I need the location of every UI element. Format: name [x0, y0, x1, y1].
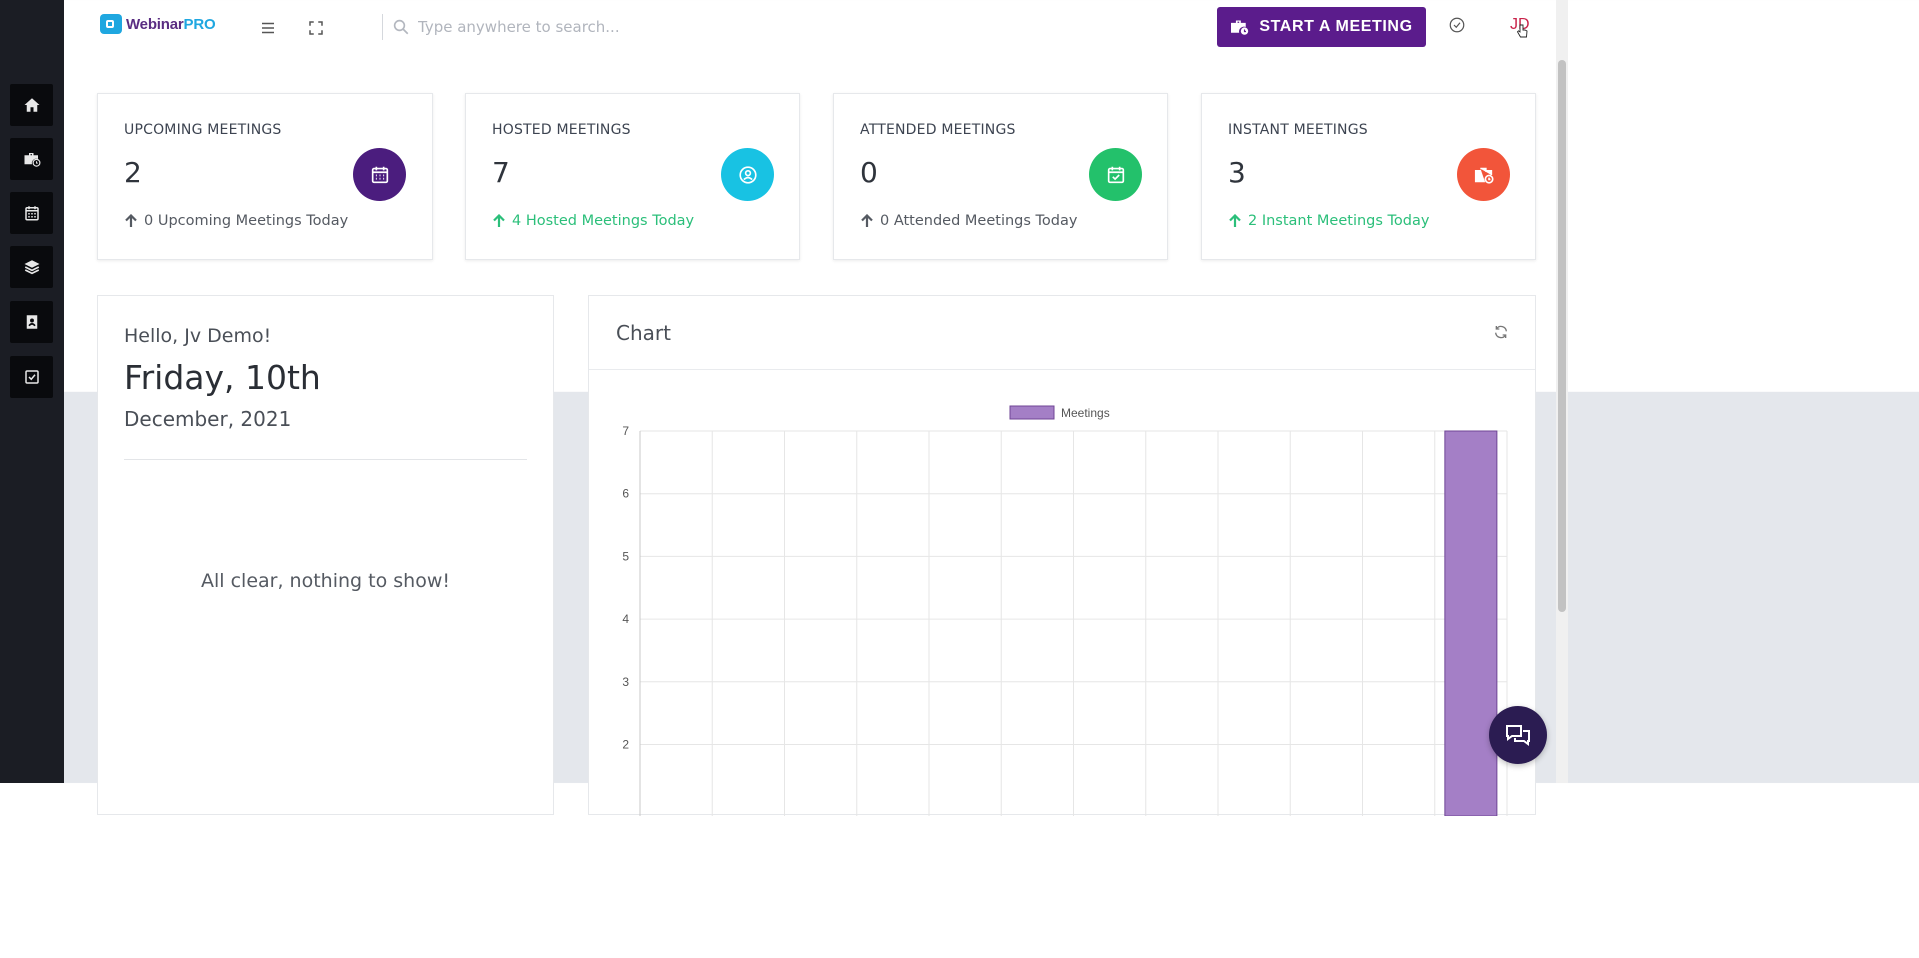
refresh-button[interactable]	[1493, 324, 1511, 342]
sidebar-item-contacts[interactable]	[10, 301, 53, 343]
scrollbar-thumb[interactable]	[1558, 60, 1566, 612]
sidebar-item-home[interactable]	[10, 84, 53, 126]
start-meeting-label: START A MEETING	[1259, 18, 1413, 35]
bar-chart: 7 6 5 4 3 2 Meetings	[622, 405, 1508, 816]
calendar-check-icon	[1089, 148, 1142, 201]
start-meeting-button[interactable]: START A MEETING	[1217, 7, 1426, 47]
empty-state-message: All clear, nothing to show!	[201, 570, 450, 592]
sidebar-item-calendar[interactable]	[10, 192, 53, 234]
stat-value: 3	[1228, 156, 1246, 189]
chart-card: Chart 7 6 5 4 3 2 Meetings	[588, 295, 1536, 816]
calendar-icon	[353, 148, 406, 201]
stat-title: INSTANT MEETINGS	[1228, 122, 1368, 138]
arrow-up-icon	[861, 214, 873, 227]
y-tick-label: 3	[622, 675, 629, 689]
menu-toggle-button[interactable]	[258, 18, 278, 38]
briefcase-clock-icon	[1231, 20, 1249, 35]
header-divider	[382, 14, 383, 40]
stat-card-instant: INSTANT MEETINGS 3 2 Instant Meetings To…	[1201, 93, 1536, 260]
search-icon	[393, 19, 409, 35]
stat-title: HOSTED MEETINGS	[492, 122, 631, 138]
greeting-date: December, 2021	[124, 407, 292, 431]
check-circle-icon	[1449, 17, 1465, 33]
page-scrollbar[interactable]	[1556, 0, 1568, 783]
y-tick-label: 5	[622, 549, 629, 563]
sidebar-item-tasks[interactable]	[10, 356, 53, 398]
y-tick-label: 2	[622, 738, 629, 752]
stat-footer: 4 Hosted Meetings Today	[492, 213, 694, 229]
sidebar-item-layers[interactable]	[10, 246, 53, 288]
layers-icon	[24, 260, 39, 275]
arrow-up-icon	[493, 214, 505, 227]
greeting-card: Hello, Jv Demo! Friday, 10th December, 2…	[97, 295, 554, 815]
legend-swatch	[1009, 405, 1055, 420]
stat-value: 2	[124, 156, 142, 189]
y-tick-label: 4	[622, 612, 629, 626]
chart-bar	[1444, 430, 1498, 816]
legend-label: Meetings	[1061, 406, 1110, 420]
search-input[interactable]	[416, 17, 710, 37]
arrow-up-icon	[1229, 214, 1241, 227]
greeting-hello: Hello, Jv Demo!	[124, 325, 272, 347]
expand-icon	[309, 21, 323, 35]
search-bar	[392, 14, 712, 40]
stat-footer: 0 Upcoming Meetings Today	[124, 213, 348, 229]
sidebar-item-instant-meetings[interactable]	[10, 138, 53, 180]
contact-book-icon	[26, 315, 37, 329]
chart-card-title: Chart	[616, 321, 671, 345]
y-tick-label: 6	[622, 487, 629, 501]
brand-logo[interactable]: WebinarPRO	[100, 14, 216, 34]
fullscreen-button[interactable]	[306, 18, 326, 38]
y-tick-label: 7	[622, 424, 629, 438]
stat-card-hosted: HOSTED MEETINGS 7 4 Hosted Meetings Toda…	[465, 93, 800, 260]
brand-name: WebinarPRO	[126, 15, 216, 33]
sidebar	[0, 0, 64, 783]
hand-cursor-icon	[1516, 24, 1528, 38]
stat-card-upcoming: UPCOMING MEETINGS 2 0 Upcoming Meetings …	[97, 93, 433, 260]
stat-footer: 2 Instant Meetings Today	[1228, 213, 1429, 229]
greeting-day: Friday, 10th	[124, 358, 321, 397]
arrow-up-icon	[125, 214, 137, 227]
briefcase-clock-icon	[24, 153, 40, 167]
chat-bubbles-icon	[1506, 725, 1530, 746]
tasks-check-button[interactable]	[1448, 16, 1468, 36]
stat-value: 0	[860, 156, 878, 189]
user-avatar[interactable]: JD	[1510, 16, 1530, 38]
stat-footer: 0 Attended Meetings Today	[860, 213, 1077, 229]
stat-title: ATTENDED MEETINGS	[860, 122, 1016, 138]
stat-title: UPCOMING MEETINGS	[124, 122, 282, 138]
refresh-icon	[1495, 325, 1507, 339]
chat-button[interactable]	[1489, 706, 1547, 764]
user-circle-icon	[721, 148, 774, 201]
stat-card-attended: ATTENDED MEETINGS 0 0 Attended Meetings …	[833, 93, 1168, 260]
chart-card-header: Chart	[589, 296, 1535, 370]
stat-value: 7	[492, 156, 510, 189]
divider	[124, 459, 527, 460]
video-camera-icon	[100, 14, 122, 34]
hamburger-icon	[262, 22, 274, 34]
calendar-icon	[24, 206, 39, 221]
home-icon	[24, 98, 39, 112]
checkbox-icon	[24, 370, 39, 384]
briefcase-clock-icon	[1457, 148, 1510, 201]
